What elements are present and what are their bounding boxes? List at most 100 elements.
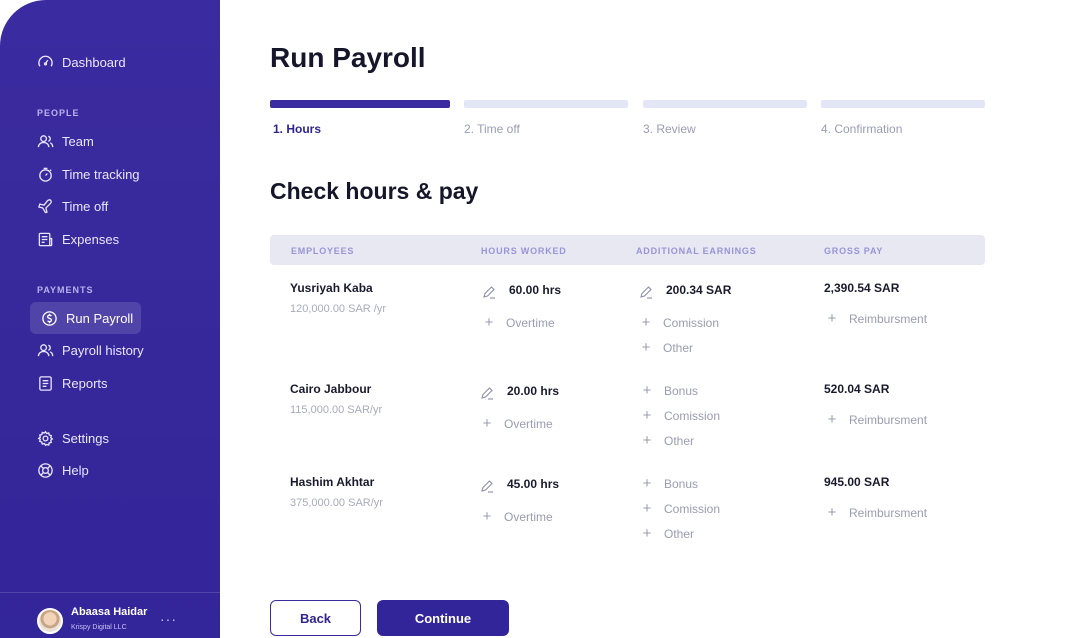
add-comission-button[interactable]: + Comission <box>642 408 721 423</box>
add-overtime-button[interactable]: + Overtime <box>484 314 555 331</box>
employee-name: Hashim Akhtar <box>290 475 375 489</box>
plus-icon: + <box>642 500 652 517</box>
step-hours[interactable]: 1. Hours <box>273 122 321 136</box>
plus-icon: + <box>827 504 837 521</box>
sidebar-item-reports[interactable]: Reports <box>37 373 108 393</box>
add-overtime-button[interactable]: + Overtime <box>482 415 553 432</box>
sidebar-item-payroll-history[interactable]: Payroll history <box>37 340 144 360</box>
add-label: Other <box>664 527 695 541</box>
step-progress-3 <box>643 100 807 108</box>
employee-name: Yusriyah Kaba <box>290 281 373 295</box>
sidebar-item-label: Reports <box>62 375 108 391</box>
employee-name: Cairo Jabbour <box>290 382 372 396</box>
sidebar-item-time-off[interactable]: Time off <box>37 196 108 216</box>
add-bonus-button[interactable]: + Bonus <box>642 476 699 491</box>
dollar-circle-icon <box>42 310 57 326</box>
continue-button[interactable]: Continue <box>377 600 509 636</box>
sidebar-item-expenses[interactable]: Expenses <box>37 229 119 249</box>
page-title: Run Payroll <box>270 42 426 73</box>
gross-pay-value: 2,390.54 SAR <box>824 281 900 295</box>
add-label: Bonus <box>664 477 699 491</box>
people-icon <box>37 343 54 356</box>
step-time-off[interactable]: 2. Time off <box>464 122 520 136</box>
employee-salary: 120,000.00 SAR /yr <box>290 303 387 315</box>
add-label: Overtime <box>506 316 555 330</box>
team-icon <box>37 134 54 147</box>
plus-icon: + <box>642 432 652 449</box>
step-progress-1 <box>270 100 450 108</box>
user-name: Abaasa Haidar <box>71 606 148 618</box>
sidebar-item-label: Help <box>62 462 89 478</box>
add-label: Comission <box>664 502 721 516</box>
plus-icon: + <box>827 411 837 428</box>
plus-icon: + <box>827 310 837 327</box>
sidebar-item-label: Run Payroll <box>66 310 134 326</box>
plus-icon: + <box>642 525 652 542</box>
column-header-hours-worked: HOURS WORKED <box>481 246 567 256</box>
hours-value[interactable]: 45.00 hrs <box>507 477 559 491</box>
section-label-people: PEOPLE <box>37 108 80 118</box>
receipt-icon <box>38 232 53 246</box>
add-bonus-button[interactable]: + Bonus <box>642 383 699 398</box>
dashboard-gauge-icon <box>38 55 53 67</box>
additional-earnings-value[interactable]: 200.34 SAR <box>666 283 731 297</box>
add-reimbursment-button[interactable]: + Reimbursment <box>827 504 928 521</box>
user-company: Krispy Digital LLC <box>71 624 127 631</box>
back-button[interactable]: Back <box>270 600 361 636</box>
section-label-payments: PAYMENTS <box>37 285 94 295</box>
plus-icon: + <box>641 314 651 331</box>
sidebar-item-label: Time tracking <box>62 166 140 182</box>
add-other-button[interactable]: + Other <box>642 525 695 542</box>
plus-icon: + <box>484 314 494 331</box>
add-label: Overtime <box>504 417 553 431</box>
sidebar-item-label: Time off <box>62 198 109 214</box>
lifebuoy-icon <box>38 462 53 478</box>
gross-pay-value: 520.04 SAR <box>824 382 890 396</box>
edit-pencil-icon[interactable] <box>480 386 494 400</box>
step-progress-4 <box>821 100 985 108</box>
airplane-icon <box>38 198 52 213</box>
add-other-button[interactable]: + Other <box>642 432 695 449</box>
sidebar-item-dashboard[interactable]: Dashboard <box>37 52 126 72</box>
sidebar-item-label: Settings <box>62 430 109 446</box>
edit-pencil-icon[interactable] <box>639 285 653 299</box>
avatar[interactable] <box>37 608 63 634</box>
add-reimbursment-button[interactable]: + Reimbursment <box>827 411 927 428</box>
sidebar-item-run-payroll[interactable]: Run Payroll <box>41 308 133 328</box>
sidebar-item-time-tracking[interactable]: Time tracking <box>37 164 140 184</box>
sidebar-divider <box>0 592 220 593</box>
add-other-button[interactable]: + Other <box>641 339 693 356</box>
sidebar-item-label: Expenses <box>62 231 120 247</box>
edit-pencil-icon[interactable] <box>482 285 496 299</box>
add-comission-button[interactable]: + Comission <box>642 500 721 517</box>
plus-icon: + <box>482 508 492 525</box>
add-comission-button[interactable]: + Comission <box>641 314 719 331</box>
sidebar-item-team[interactable]: Team <box>37 131 94 151</box>
add-label: Other <box>664 434 695 448</box>
sidebar-item-help[interactable]: Help <box>37 460 89 480</box>
edit-pencil-icon[interactable] <box>480 479 494 493</box>
add-label: Reimbursment <box>849 506 928 520</box>
add-label: Bonus <box>664 384 699 398</box>
add-label: Reimbursment <box>849 312 928 326</box>
column-header-gross-pay: GROSS PAY <box>824 246 884 256</box>
column-header-employees: EMPLOYEES <box>291 246 355 256</box>
add-reimbursment-button[interactable]: + Reimbursment <box>827 310 928 327</box>
add-overtime-button[interactable]: + Overtime <box>482 508 553 525</box>
stopwatch-icon <box>39 167 52 182</box>
employee-salary: 375,000.00 SAR/yr <box>290 497 383 509</box>
gear-icon <box>37 430 54 446</box>
sidebar-item-label: Team <box>62 133 94 149</box>
add-label: Comission <box>664 409 721 423</box>
sidebar-item-settings[interactable]: Settings <box>37 428 109 448</box>
step-review[interactable]: 3. Review <box>643 122 696 136</box>
gross-pay-value: 945.00 SAR <box>824 475 890 489</box>
hours-value[interactable]: 60.00 hrs <box>509 283 561 297</box>
step-confirmation[interactable]: 4. Confirmation <box>821 122 902 136</box>
more-options-icon[interactable]: ··· <box>160 611 177 627</box>
add-label: Overtime <box>504 510 553 524</box>
plus-icon: + <box>482 415 492 432</box>
employee-salary: 115,000.00 SAR/yr <box>290 404 383 416</box>
plus-icon: + <box>641 339 651 356</box>
hours-value[interactable]: 20.00 hrs <box>507 384 559 398</box>
